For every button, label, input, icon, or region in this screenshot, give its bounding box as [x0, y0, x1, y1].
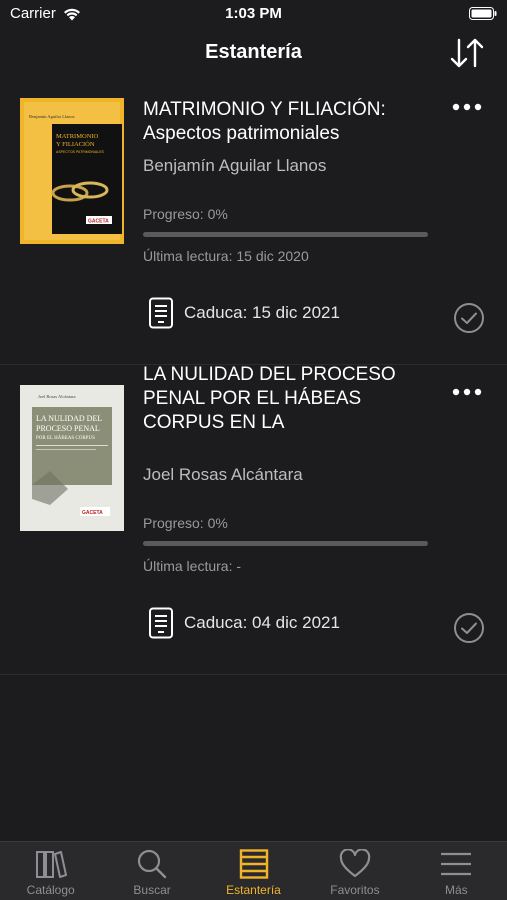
document-icon: [149, 607, 173, 639]
book-list: Benjamín Aguilar Llanos MATRIMONIO Y FIL…: [0, 90, 507, 675]
svg-text:GACETA: GACETA: [82, 510, 103, 516]
battery-icon: [469, 7, 497, 20]
book-item[interactable]: Joel Rosas Alcántara LA NULIDAD DEL PROC…: [0, 363, 507, 675]
expiry-row: Caduca: 15 dic 2021: [148, 297, 340, 329]
heart-icon: [339, 849, 371, 878]
tab-label: Favoritos: [330, 883, 380, 897]
page-title: Estantería: [205, 41, 302, 63]
more-options-icon[interactable]: [451, 385, 483, 399]
books-icon: [35, 851, 67, 878]
document-icon: [149, 297, 173, 329]
shelf-icon: [239, 849, 268, 879]
last-read-label: Última lectura: -: [143, 558, 242, 574]
tab-mas[interactable]: Más: [406, 842, 507, 900]
tab-label: Catálogo: [26, 883, 75, 897]
svg-text:POR EL HÁBEAS CORPUS: POR EL HÁBEAS CORPUS: [36, 435, 95, 441]
check-circle-icon[interactable]: [453, 612, 485, 644]
book-title[interactable]: MATRIMONIO Y FILIACIÓN: Aspectos patrimo…: [143, 98, 433, 146]
tab-bar: Catálogo Buscar Estantería Favoritos Más: [0, 841, 507, 900]
book-title[interactable]: LA NULIDAD DEL PROCESO PENAL POR EL HÁBE…: [143, 363, 433, 435]
tab-label: Estantería: [226, 883, 281, 897]
tab-label: Buscar: [133, 883, 171, 897]
svg-text:PROCESO PENAL: PROCESO PENAL: [36, 424, 100, 433]
svg-text:MATRIMONIO: MATRIMONIO: [56, 133, 99, 140]
book-author: Joel Rosas Alcántara: [143, 465, 303, 484]
nav-bar: Estantería: [0, 28, 507, 78]
book-cover-image[interactable]: Joel Rosas Alcántara LA NULIDAD DEL PROC…: [20, 385, 124, 531]
svg-text:GACETA: GACETA: [88, 219, 109, 225]
svg-text:Benjamín Aguilar Llanos: Benjamín Aguilar Llanos: [29, 114, 75, 119]
expiry-label: Caduca: 04 dic 2021: [184, 613, 340, 632]
book-cover-image[interactable]: Benjamín Aguilar Llanos MATRIMONIO Y FIL…: [20, 98, 124, 244]
svg-text:Y FILIACIÓN: Y FILIACIÓN: [56, 140, 95, 148]
svg-text:ASPECTOS PATRIMONIALES: ASPECTOS PATRIMONIALES: [56, 150, 105, 154]
tab-label: Más: [444, 883, 468, 897]
expiry-label: Caduca: 15 dic 2021: [184, 303, 340, 322]
progress-bar: [143, 232, 428, 237]
status-bar: Carrier 1:03 PM: [0, 0, 507, 28]
svg-text:Joel Rosas Alcántara: Joel Rosas Alcántara: [38, 394, 76, 399]
svg-text:LA NULIDAD DEL: LA NULIDAD DEL: [36, 414, 102, 423]
tab-favoritos[interactable]: Favoritos: [304, 842, 405, 900]
menu-icon: [441, 852, 472, 876]
status-time: 1:03 PM: [225, 5, 282, 22]
check-circle-icon[interactable]: [453, 302, 485, 334]
book-item[interactable]: Benjamín Aguilar Llanos MATRIMONIO Y FIL…: [0, 90, 507, 365]
progress-bar: [143, 541, 428, 546]
expiry-row: Caduca: 04 dic 2021: [148, 607, 340, 639]
search-icon: [138, 849, 167, 879]
tab-estanteria[interactable]: Estantería: [203, 842, 304, 900]
book-author: Benjamín Aguilar Llanos: [143, 156, 327, 175]
tab-buscar[interactable]: Buscar: [101, 842, 202, 900]
last-read-label: Última lectura: 15 dic 2020: [143, 248, 309, 264]
sort-arrows-icon[interactable]: [449, 36, 485, 70]
progress-label: Progreso: 0%: [143, 515, 228, 531]
more-options-icon[interactable]: [451, 100, 483, 114]
tab-catalogo[interactable]: Catálogo: [0, 842, 101, 900]
progress-label: Progreso: 0%: [143, 206, 228, 222]
